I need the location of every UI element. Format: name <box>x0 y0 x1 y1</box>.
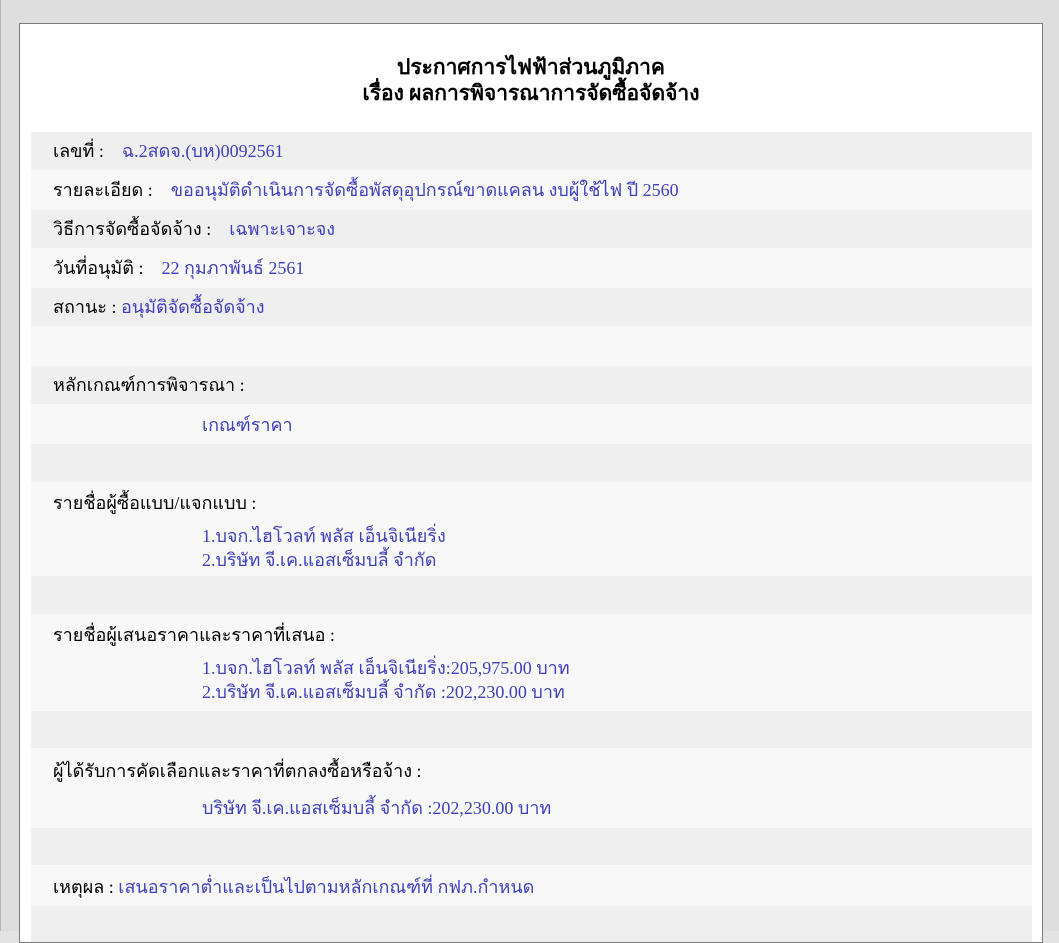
winner-label-row: ผู้ได้รับการคัดเลือกและราคาที่ตกลงซื้อหร… <box>31 748 1032 788</box>
winner-label: ผู้ได้รับการคัดเลือกและราคาที่ตกลงซื้อหร… <box>53 761 422 781</box>
criteria-value: เกณฑ์ราคา <box>202 415 293 435</box>
spacer-row <box>31 576 1032 614</box>
number-value: ฉ.2สดจ.(บห)0092561 <box>121 141 284 161</box>
buyers-label: รายชื่อผู้ซื้อแบบ/แจกแบบ : <box>53 493 257 513</box>
bidders-label-row: รายชื่อผู้เสนอราคาและราคาที่เสนอ : <box>31 614 1032 652</box>
number-label: เลขที่ : <box>53 141 104 161</box>
page-background: ประกาศการไฟฟ้าส่วนภูมิภาค เรื่อง ผลการพิ… <box>0 0 1059 943</box>
bidder-item: 1.บจก.ไฮโวลท์ พลัส เอ็นจิเนียริ่ง:205,97… <box>202 658 570 678</box>
spacer-row <box>31 444 1032 482</box>
buyers-label-row: รายชื่อผู้ซื้อแบบ/แจกแบบ : <box>31 482 1032 520</box>
spacer-row <box>31 326 1032 366</box>
bidders-list: 1.บจก.ไฮโวลท์ พลัส เอ็นจิเนียริ่ง:205,97… <box>31 652 1032 711</box>
status-value: อนุมัติจัดซื้อจัดจ้าง <box>120 297 265 317</box>
details-table: เลขที่ : ฉ.2สดจ.(บห)0092561 รายละเอียด :… <box>31 132 1032 942</box>
announcement-title: ประกาศการไฟฟ้าส่วนภูมิภาค เรื่อง ผลการพิ… <box>20 54 1042 106</box>
method-value: เฉพาะเจาะจง <box>229 219 336 239</box>
bidder-item: 2.บริษัท จี.เค.แอสเซ็มบลี้ จำกัด :202,23… <box>202 682 565 702</box>
winner-value-row: บริษัท จี.เค.แอสเซ็มบลี้ จำกัด :202,230.… <box>31 788 1032 828</box>
method-row: วิธีการจัดซื้อจัดจ้าง : เฉพาะเจาะจง <box>31 210 1032 248</box>
approval-date-row: วันที่อนุมัติ : 22 กุมภาพันธ์ 2561 <box>31 248 1032 288</box>
buyer-item: 2.บริษัท จี.เค.แอสเซ็มบลี้ จำกัด <box>202 550 437 570</box>
reason-value: เสนอราคาต่ำและเป็นไปตามหลักเกณฑ์ที่ กฟภ.… <box>118 877 535 897</box>
bidders-label: รายชื่อผู้เสนอราคาและราคาที่เสนอ : <box>53 625 335 645</box>
criteria-label: หลักเกณฑ์การพิจารณา : <box>53 375 245 395</box>
approval-date-value: 22 กุมภาพันธ์ 2561 <box>161 258 305 278</box>
number-row: เลขที่ : ฉ.2สดจ.(บห)0092561 <box>31 132 1032 170</box>
buyers-list: 1.บจก.ไฮโวลท์ พลัส เอ็นจิเนียริ่ง 2.บริษ… <box>31 520 1032 576</box>
criteria-label-row: หลักเกณฑ์การพิจารณา : <box>31 366 1032 404</box>
winner-value: บริษัท จี.เค.แอสเซ็มบลี้ จำกัด :202,230.… <box>202 798 552 818</box>
title-line-2: เรื่อง ผลการพิจารณาการจัดซื้อจัดจ้าง <box>362 81 700 105</box>
method-label: วิธีการจัดซื้อจัดจ้าง : <box>53 219 212 239</box>
spacer-row <box>31 906 1032 942</box>
spacer-row <box>31 711 1032 748</box>
spacer-row <box>31 828 1032 865</box>
description-value: ขออนุมัติดำเนินการจัดซื้อพัสดุอุปกรณ์ขาด… <box>170 180 679 200</box>
announcement-panel: ประกาศการไฟฟ้าส่วนภูมิภาค เรื่อง ผลการพิ… <box>19 23 1043 943</box>
buyer-item: 1.บจก.ไฮโวลท์ พลัส เอ็นจิเนียริ่ง <box>202 526 446 546</box>
reason-label: เหตุผล : <box>53 877 114 897</box>
approval-date-label: วันที่อนุมัติ : <box>53 258 144 278</box>
reason-row: เหตุผล : เสนอราคาต่ำและเป็นไปตามหลักเกณฑ… <box>31 865 1032 906</box>
description-row: รายละเอียด : ขออนุมัติดำเนินการจัดซื้อพั… <box>31 170 1032 210</box>
status-row: สถานะ : อนุมัติจัดซื้อจัดจ้าง <box>31 288 1032 326</box>
criteria-value-row: เกณฑ์ราคา <box>31 404 1032 444</box>
description-label: รายละเอียด : <box>53 180 153 200</box>
title-line-1: ประกาศการไฟฟ้าส่วนภูมิภาค <box>397 55 665 79</box>
status-label: สถานะ : <box>53 297 117 317</box>
